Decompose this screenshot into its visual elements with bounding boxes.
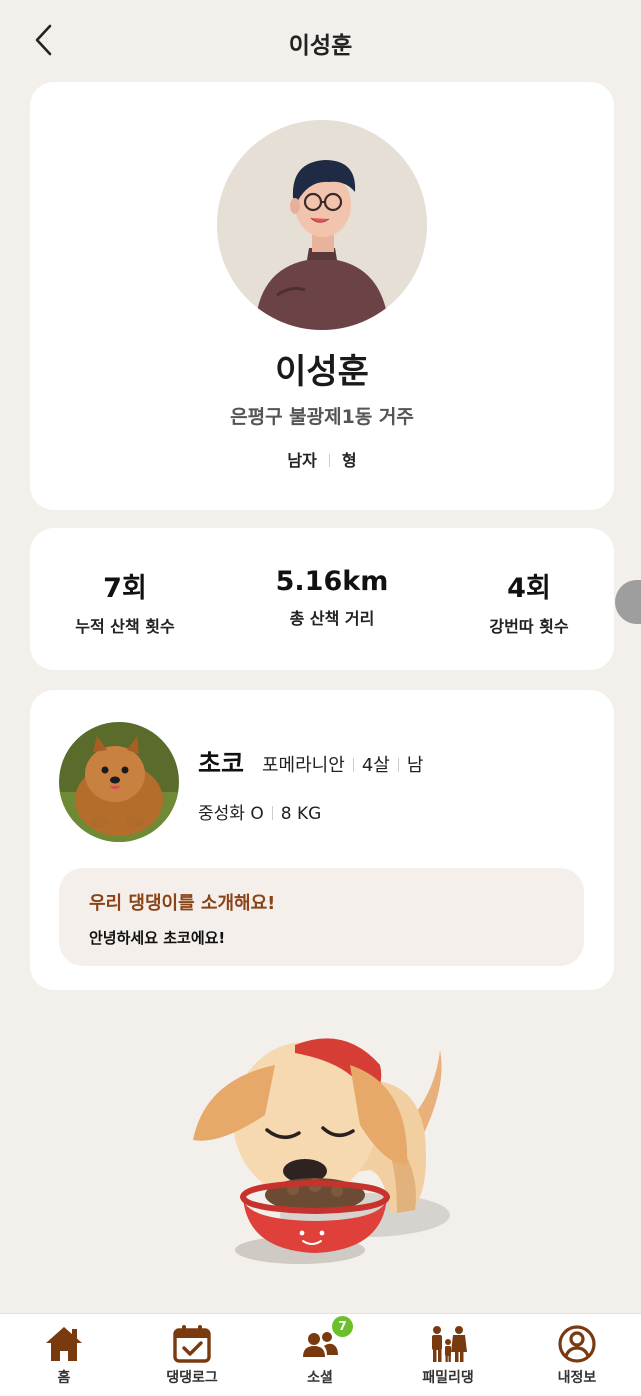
stat-value: 5.16km — [275, 566, 389, 597]
dog-card: 초코 포메라니안 4살 남 중성화 O 8 KG 우리 댕댕이를 소개해요! 안녕하세… — [30, 690, 614, 990]
bottom-nav: 홈 댕댕로그 7 소셜 패밀리댕 내정보 — [0, 1313, 641, 1396]
profile-card: 이성훈 은평구 불광제1동 거주 남자 형 — [30, 82, 614, 510]
calendar-check-icon — [173, 1325, 211, 1363]
nav-label: 내정보 — [557, 1370, 597, 1386]
stat-label: 총 산책 거리 — [289, 609, 375, 628]
intro-title: 우리 댕댕이를 소개해요! — [89, 893, 276, 914]
nav-item-home[interactable]: 홈 — [0, 1314, 128, 1396]
dog-photo — [59, 722, 179, 842]
nav-label: 패밀리댕 — [422, 1370, 474, 1386]
dog-age: 4살 — [361, 755, 390, 776]
profile-tags: 남자 형 — [30, 447, 614, 471]
user-circle-icon — [558, 1325, 596, 1363]
dog-health-info: 중성화 O 8 KG — [198, 799, 321, 824]
stat-value: 7회 — [103, 573, 147, 604]
gender-tag: 남자 — [287, 451, 317, 470]
intro-text: 안녕하세요 초코에요! — [89, 929, 226, 947]
dog-info: 포메라니안 4살 남 — [262, 751, 423, 777]
notification-badge: 7 — [332, 1316, 353, 1337]
stat-walk-distance: 5.16km 총 산책 거리 — [237, 566, 427, 629]
nav-item-myinfo[interactable]: 내정보 — [513, 1314, 641, 1396]
stat-label: 누적 산책 횟수 — [75, 617, 175, 636]
dog-weight: 8 KG — [280, 804, 322, 824]
divider — [397, 758, 399, 772]
dog-intro-box: 우리 댕댕이를 소개해요! 안녕하세요 초코에요! — [59, 868, 584, 966]
dog-name: 초코 — [198, 749, 245, 778]
nav-label: 댕댕로그 — [166, 1370, 218, 1386]
profile-location: 은평구 불광제1동 거주 — [230, 406, 414, 428]
stat-value: 4회 — [507, 573, 551, 604]
dog-sex: 남 — [406, 755, 424, 776]
nav-item-dogdoglog[interactable]: 댕댕로그 — [128, 1314, 256, 1396]
divider — [352, 758, 354, 772]
page-title: 이성훈 — [288, 33, 353, 59]
home-icon — [46, 1327, 82, 1361]
dog-eating-illustration — [185, 1025, 455, 1280]
divider — [328, 454, 330, 467]
dog-neutered: 중성화 O — [198, 804, 264, 824]
stat-walk-count: 7회 누적 산책 횟수 — [30, 566, 220, 637]
divider — [271, 806, 273, 820]
profile-name: 이성훈 — [275, 352, 369, 392]
nav-item-social[interactable]: 7 소셜 — [256, 1314, 384, 1396]
role-tag: 형 — [341, 451, 357, 470]
nav-label: 홈 — [57, 1370, 71, 1386]
family-icon — [432, 1326, 467, 1362]
nav-item-familydog[interactable]: 패밀리댕 — [384, 1314, 512, 1396]
app-header: 이성훈 — [0, 0, 641, 82]
nav-label: 소셜 — [307, 1370, 333, 1386]
stat-label: 강번따 횟수 — [489, 617, 569, 636]
stat-meet-count: 4회 강번따 횟수 — [434, 566, 624, 637]
avatar — [217, 120, 427, 330]
walk-stats-card: 7회 누적 산책 횟수 5.16km 총 산책 거리 4회 강번따 횟수 — [30, 528, 614, 670]
dog-breed: 포메라니안 — [262, 755, 345, 776]
